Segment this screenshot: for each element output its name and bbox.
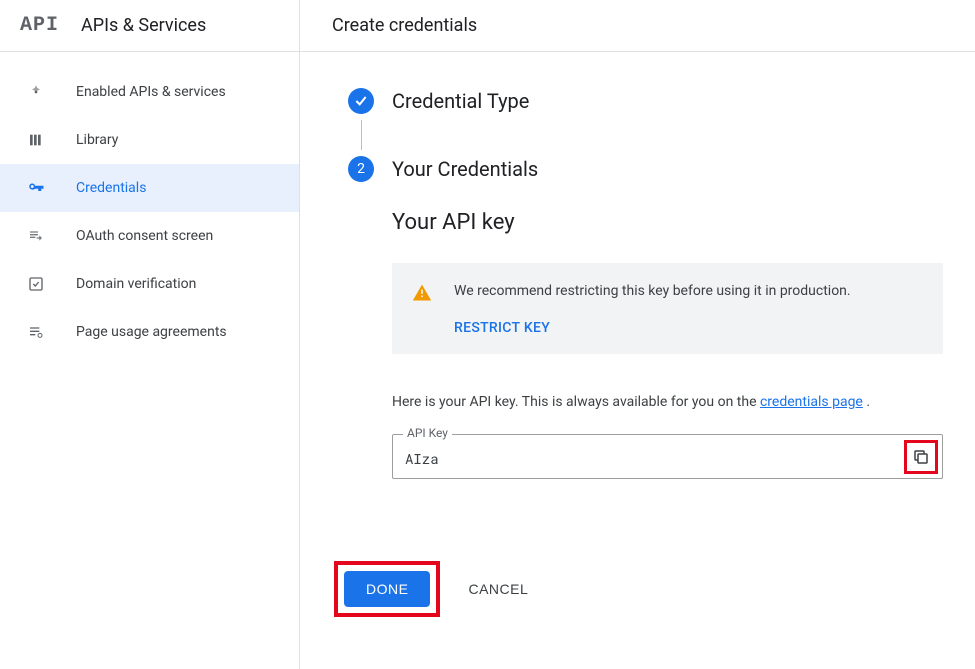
diamond-icon	[26, 82, 46, 102]
api-logo: API	[20, 14, 59, 37]
step-title: Your Credentials	[392, 157, 538, 181]
credentials-page-link[interactable]: credentials page	[760, 394, 863, 410]
sidebar-item-label: Credentials	[76, 180, 146, 196]
sidebar-item-label: Domain verification	[76, 276, 196, 292]
button-row: DONE CANCEL	[334, 561, 943, 617]
copy-icon	[912, 448, 930, 466]
api-key-field[interactable]: API Key AIza	[392, 434, 943, 479]
step-number-badge: 2	[348, 156, 374, 182]
sidebar-header: API APIs & Services	[0, 0, 299, 52]
step-connector	[361, 120, 362, 150]
step-title: Credential Type	[392, 89, 529, 113]
copy-button[interactable]	[910, 446, 932, 468]
sidebar-item-label: OAuth consent screen	[76, 228, 213, 244]
warning-text: We recommend restricting this key before…	[454, 281, 851, 302]
sidebar-item-oauth-consent[interactable]: OAuth consent screen	[0, 212, 299, 260]
key-icon	[26, 178, 46, 198]
warning-icon	[412, 283, 432, 307]
settings-list-icon	[26, 322, 46, 342]
api-key-label: API Key	[403, 426, 452, 440]
cancel-button[interactable]: CANCEL	[460, 571, 536, 607]
sidebar-item-label: Enabled APIs & services	[76, 84, 226, 100]
step-credential-type[interactable]: Credential Type	[348, 88, 943, 114]
sidebar-item-credentials[interactable]: Credentials	[0, 164, 299, 212]
main-panel: Create credentials Credential Type 2 You…	[300, 0, 975, 669]
step-your-credentials[interactable]: 2 Your Credentials	[348, 156, 943, 182]
sidebar-nav: Enabled APIs & services Library Credenti…	[0, 52, 299, 356]
library-icon	[26, 130, 46, 150]
done-button[interactable]: DONE	[344, 571, 430, 607]
api-key-masked	[439, 452, 817, 468]
sidebar-item-label: Library	[76, 132, 118, 148]
sidebar: API APIs & Services Enabled APIs & servi…	[0, 0, 300, 669]
sidebar-item-label: Page usage agreements	[76, 324, 227, 340]
step-content: Your API key We recommend restricting th…	[392, 210, 943, 479]
step-check-icon	[348, 88, 374, 114]
main-body: Credential Type 2 Your Credentials Your …	[300, 52, 975, 641]
copy-highlight	[904, 440, 938, 474]
sidebar-item-library[interactable]: Library	[0, 116, 299, 164]
done-highlight: DONE	[334, 561, 440, 617]
sidebar-title: APIs & Services	[81, 15, 206, 36]
warning-content: We recommend restricting this key before…	[454, 281, 851, 336]
desc-suffix: .	[863, 394, 870, 410]
check-box-icon	[26, 274, 46, 294]
consent-icon	[26, 226, 46, 246]
your-api-key-heading: Your API key	[392, 210, 943, 235]
sidebar-item-page-usage[interactable]: Page usage agreements	[0, 308, 299, 356]
restrict-warning: We recommend restricting this key before…	[392, 263, 943, 354]
sidebar-item-enabled-apis[interactable]: Enabled APIs & services	[0, 68, 299, 116]
sidebar-item-domain-verification[interactable]: Domain verification	[0, 260, 299, 308]
desc-prefix: Here is your API key. This is always ava…	[392, 394, 760, 410]
api-key-description: Here is your API key. This is always ava…	[392, 394, 943, 410]
page-title: Create credentials	[300, 0, 975, 52]
api-key-value-prefix: AIza	[405, 449, 439, 468]
restrict-key-link[interactable]: RESTRICT KEY	[454, 320, 550, 336]
